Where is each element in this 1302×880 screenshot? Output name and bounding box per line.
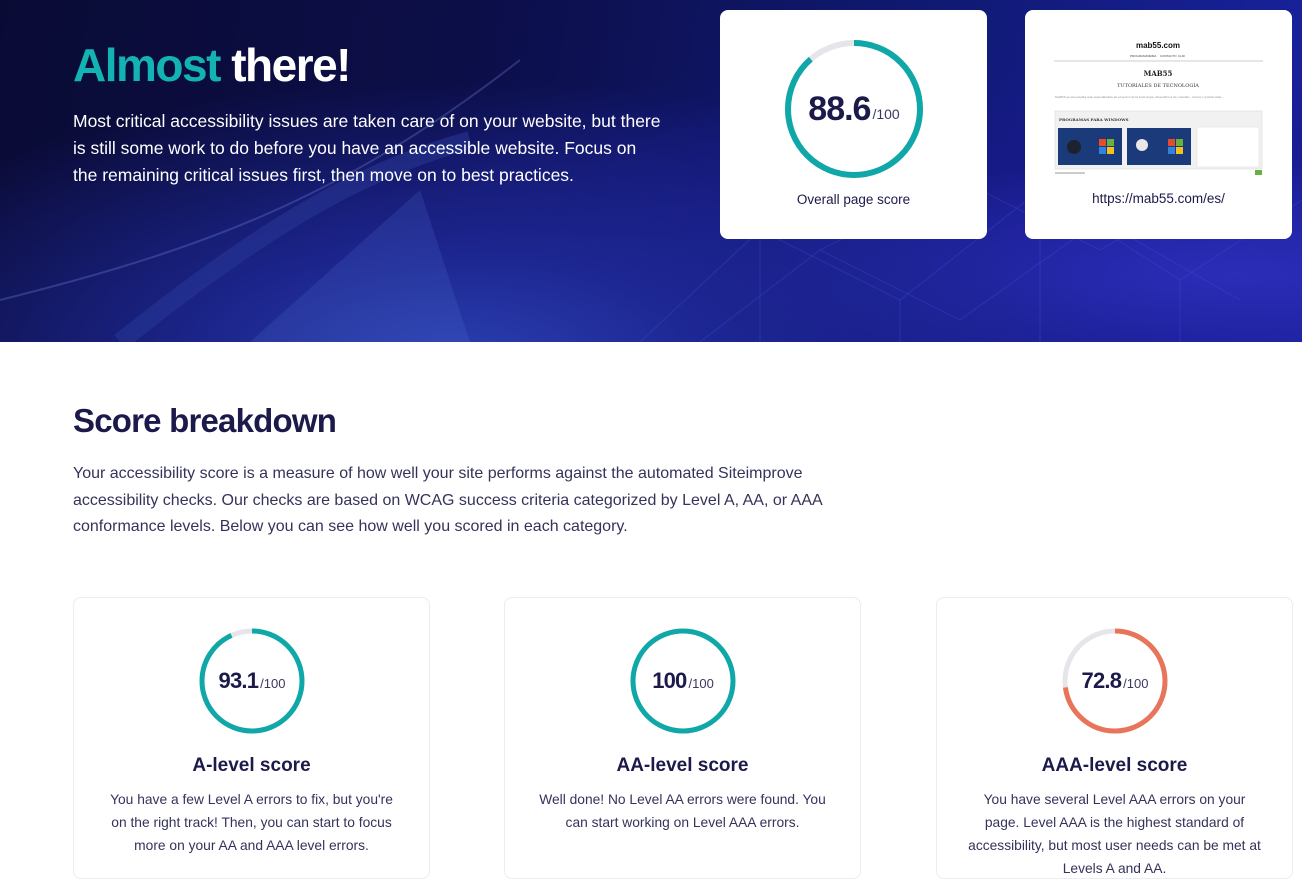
- screenshot-url[interactable]: https://mab55.com/es/: [1025, 191, 1292, 206]
- aaa-level-text: You have several Level AAA errors on you…: [968, 792, 1261, 876]
- thumb-nav-item: PROGRAMAS: [1130, 54, 1150, 58]
- a-level-gauge: 93.1/100: [197, 626, 307, 736]
- thumb-section-label: PROGRAMAS PARA WINDOWS: [1059, 117, 1129, 122]
- aa-level-title: AA-level score: [616, 755, 749, 776]
- overall-score-card: 88.6/100 Overall page score: [720, 10, 987, 239]
- hero-title-rest: there!: [231, 39, 351, 91]
- thumb-nav-item: CLIR: [1178, 54, 1186, 58]
- aaa-level-score-value: 72.8: [1081, 668, 1122, 693]
- aa-level-text: Well done! No Level AA errors were found…: [539, 792, 826, 830]
- hero-title: Almost there!: [73, 38, 351, 92]
- a-level-score-value: 93.1: [218, 668, 259, 693]
- hero-banner: Almost there! Most critical accessibilit…: [0, 0, 1302, 342]
- aa-level-score-max: /100: [688, 675, 714, 691]
- a-level-score-max: /100: [260, 675, 286, 691]
- aa-level-gauge: 100/100: [628, 626, 738, 736]
- aa-level-card: 100/100 AA-level score Well done! No Lev…: [504, 597, 861, 879]
- overall-score-value: 88.6: [808, 89, 871, 128]
- a-level-title: A-level score: [192, 755, 311, 776]
- aaa-level-title: AAA-level score: [1041, 755, 1188, 776]
- hero-title-accent: Almost: [73, 39, 221, 91]
- score-breakdown-title: Score breakdown: [73, 402, 337, 439]
- thumb-subheading: TUTORIALES DE TECNOLOGÍA: [1117, 82, 1199, 89]
- overall-score-caption: Overall page score: [796, 192, 911, 207]
- page-screenshot-card[interactable]: mab55.com PROGRAMAS SIMA CONTACTO CLIR M…: [1025, 10, 1292, 239]
- thumb-nav-item: CONTACTO: [1160, 54, 1177, 58]
- a-level-card: 93.1/100 A-level score You have a few Le…: [73, 597, 430, 879]
- thumb-tagline: MAB55 es una página web especializada en…: [1055, 95, 1224, 99]
- page-thumbnail: mab55.com PROGRAMAS SIMA CONTACTO CLIR M…: [1052, 37, 1265, 189]
- aa-level-score-value: 100: [652, 668, 687, 693]
- score-breakdown-description: Your accessibility score is a measure of…: [73, 465, 822, 535]
- overall-score-max: /100: [872, 106, 900, 122]
- aaa-level-card: 72.8/100 AAA-level score You have severa…: [936, 597, 1293, 879]
- a-level-text: You have a few Level A errors to fix, bu…: [110, 792, 393, 853]
- thumb-logo: mab55.com: [1136, 41, 1180, 50]
- overall-score-gauge: 88.6/100: [781, 36, 927, 182]
- hero-description: Most critical accessibility issues are t…: [73, 111, 661, 185]
- thumb-nav-item: SIMA: [1149, 54, 1156, 58]
- aaa-level-gauge: 72.8/100: [1060, 626, 1170, 736]
- thumb-heading: MAB55: [1144, 69, 1173, 78]
- aaa-level-score-max: /100: [1123, 675, 1149, 691]
